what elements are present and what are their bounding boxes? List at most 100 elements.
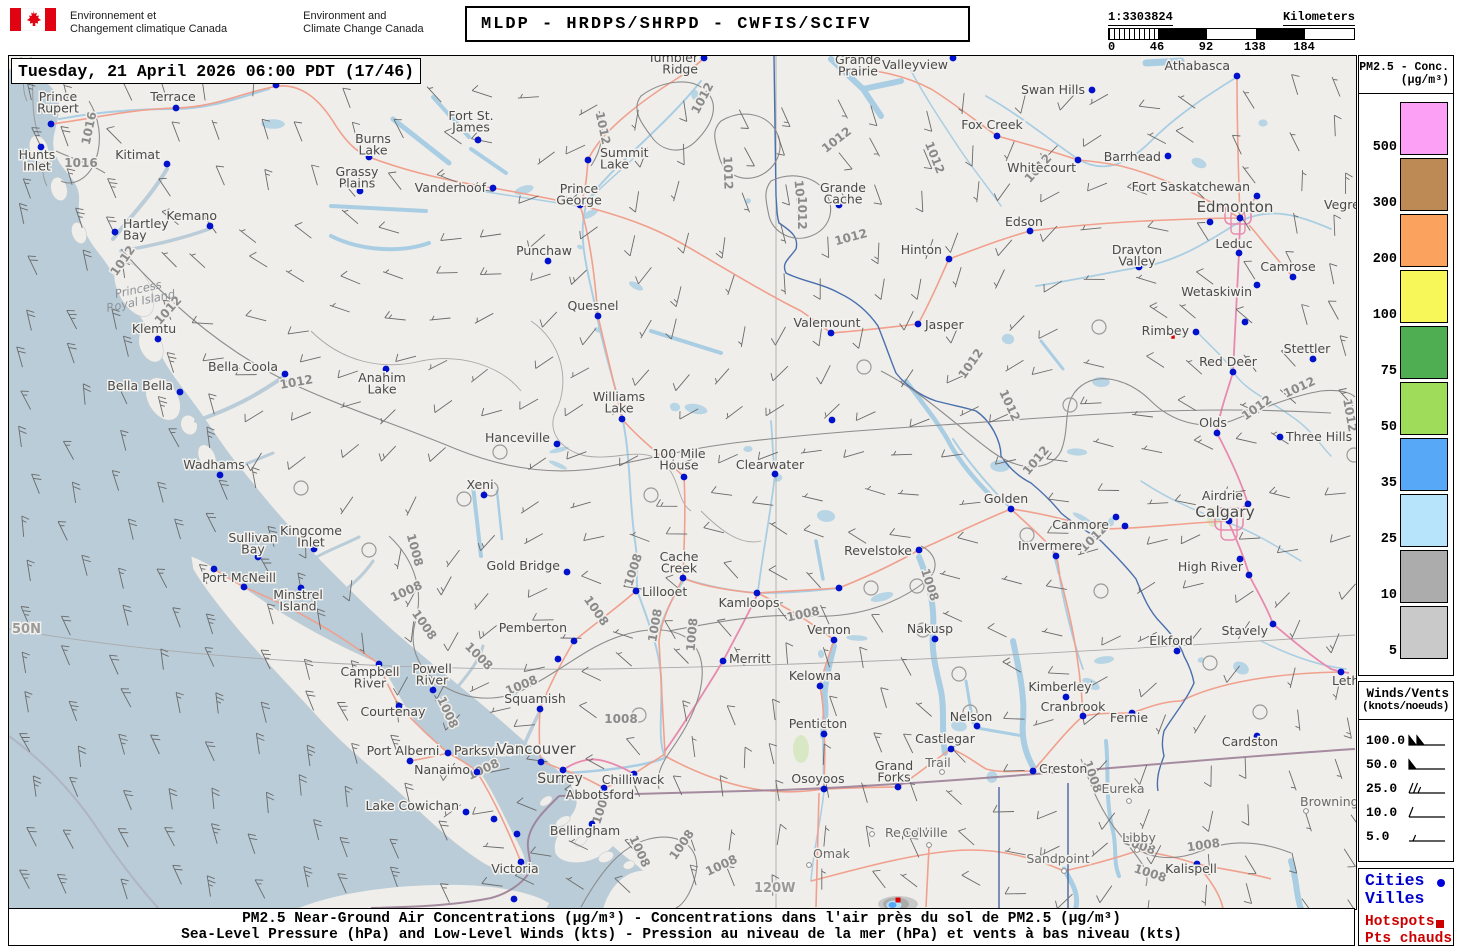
pm25-level-row: 50 [1359,382,1453,435]
wind-speed-value: 100.0 [1366,733,1406,748]
svg-text:1008: 1008 [703,852,739,879]
svg-text:Lethbridge: Lethbridge [1332,673,1356,688]
canada-flag-icon [10,8,56,31]
svg-text:Nakusp: Nakusp [907,621,953,636]
caption-line1: PM2.5 Near-Ground Air Concentrations (µg… [242,911,1121,927]
pm25-level-row: 500 [1359,102,1453,155]
svg-text:Browning: Browning [1300,794,1356,809]
svg-text:Fernie: Fernie [1110,710,1149,725]
scale-segment [1158,29,1207,39]
pm25-level-swatch [1400,550,1448,603]
scale-tick-label: 46 [1149,40,1165,54]
scale-segment [1207,29,1256,39]
svg-text:Punchaw: Punchaw [516,243,572,258]
svg-text:Wadhams: Wadhams [183,457,244,472]
svg-text:Edmonton: Edmonton [1197,198,1274,216]
svg-text:Quesnel: Quesnel [567,298,618,313]
caption-line2: Sea-Level Pressure (hPa) and Low-Level W… [181,927,1182,943]
svg-text:Trail: Trail [924,755,951,770]
pm25-level-row: 200 [1359,214,1453,267]
svg-text:SummitLake: Summit Lake [600,145,649,172]
svg-text:Olds: Olds [1199,415,1227,430]
city-dot-icon [1437,879,1445,887]
pm25-level-row: 5 [1359,606,1453,659]
svg-text:1012: 1012 [1281,374,1317,401]
svg-text:100 MileHouse: 100 Mile House [652,446,706,473]
weather-map-page: Environnement et Changement climatique C… [0,0,1460,950]
svg-text:WilliamsLake: Williams Lake [593,389,645,416]
svg-text:High River: High River [1178,559,1244,574]
svg-text:Hanceville: Hanceville [485,430,550,445]
svg-text:Camrose: Camrose [1260,259,1316,274]
svg-text:Sandpoint: Sandpoint [1026,851,1089,866]
pm25-level-swatch [1400,158,1448,211]
pm25-level-value: 35 [1380,476,1397,491]
svg-text:Klemtu: Klemtu [132,321,176,336]
svg-text:Airdrie: Airdrie [1202,488,1243,503]
product-title: MLDP - HRDPS/SHRPD - CWFIS/SCIFV [481,14,872,34]
svg-text:Chilliwack: Chilliwack [602,772,665,787]
svg-text:Edson: Edson [1005,214,1043,229]
svg-text:Xeni: Xeni [466,477,493,492]
wind-speed-value: 5.0 [1366,829,1390,844]
svg-text:Nelson: Nelson [950,709,993,724]
wind-speed-row: 5.0 [1359,826,1453,850]
wind-speed-value: 25.0 [1366,781,1398,796]
cities-legend-fr: Villes [1365,889,1425,908]
scale-tick-label: 92 [1198,40,1214,54]
pm25-level-row: 10 [1359,550,1453,603]
agency-name-fr: Environnement et Changement climatique C… [70,10,228,35]
svg-text:1008: 1008 [645,608,665,643]
scale-bar [1108,28,1355,40]
svg-text:Three Hills: Three Hills [1285,429,1352,444]
wind-barb-icon [1408,734,1445,746]
svg-text:Kamloops: Kamloops [718,595,779,610]
svg-text:Valleyview: Valleyview [882,57,948,72]
svg-text:Clearwater: Clearwater [736,457,805,472]
pm25-level-value: 10 [1380,588,1397,603]
svg-text:1012: 1012 [1239,392,1274,423]
svg-text:PrinceGeorge: Prince George [556,181,602,208]
svg-text:Osoyoos: Osoyoos [791,771,844,786]
svg-text:1012: 1012 [593,110,614,146]
cities-legend-en: Cities [1359,872,1453,890]
wind-speed-value: 10.0 [1366,805,1398,820]
svg-text:HartleyBay: Hartley Bay [123,216,169,243]
svg-text:Barrhead: Barrhead [1104,149,1161,164]
hotspot-square-icon [1436,920,1444,928]
wind-speed-row: 50.0 [1359,754,1453,778]
svg-text:HuntsInlet: Hunts Inlet [19,147,56,174]
pm25-level-swatch [1400,606,1448,659]
svg-text:120W: 120W [754,881,795,896]
agency-branding: Environnement et Changement climatique C… [10,8,424,36]
svg-text:Vernon: Vernon [807,622,851,637]
pm25-level-value: 25 [1380,532,1397,547]
svg-text:GrandeCache: Grande Cache [820,180,866,207]
svg-text:Bellingham: Bellingham [550,823,620,838]
wind-speed-value: 50.0 [1366,757,1398,772]
svg-text:PowellRiver: Powell River [412,661,452,688]
pm25-legend-title: PM2.5 - Conc. [1359,61,1449,74]
svg-text:Kalispell: Kalispell [1165,861,1217,876]
svg-text:Wetaskiwin: Wetaskiwin [1181,284,1252,299]
svg-text:DraytonValley: Drayton Valley [1112,242,1162,269]
map-canvas: 1016 1016 1012 1012 1012 1012 1012 1012 1012 1012… [8,55,1357,910]
agency-name-en: Environment and Climate Change Canada [303,10,424,35]
svg-text:1008: 1008 [1132,861,1168,885]
pm25-level-value: 500 [1372,140,1397,155]
svg-text:Golden: Golden [984,491,1028,506]
svg-text:Kelowna: Kelowna [789,668,841,683]
datetime-label: Tuesday, 21 April 2026 06:00 PDT (17/46) [18,61,415,81]
svg-text:Squamish: Squamish [504,691,566,706]
markers-legend: Cities Villes Hotspots Pts chauds [1358,868,1454,947]
svg-text:Elkford: Elkford [1149,633,1193,648]
svg-text:Colville: Colville [902,825,948,840]
svg-text:1012: 1012 [1020,443,1052,478]
svg-text:Lillooet: Lillooet [642,584,687,599]
pm25-level-swatch [1400,214,1448,267]
scale-ticks: 0 46 92 138 184 [1108,40,1355,54]
pm25-level-value: 5 [1388,644,1397,659]
svg-text:GrandForks: Grand Forks [875,758,913,785]
svg-text:Invermere: Invermere [1018,538,1082,553]
svg-text:Leduc: Leduc [1215,236,1252,251]
